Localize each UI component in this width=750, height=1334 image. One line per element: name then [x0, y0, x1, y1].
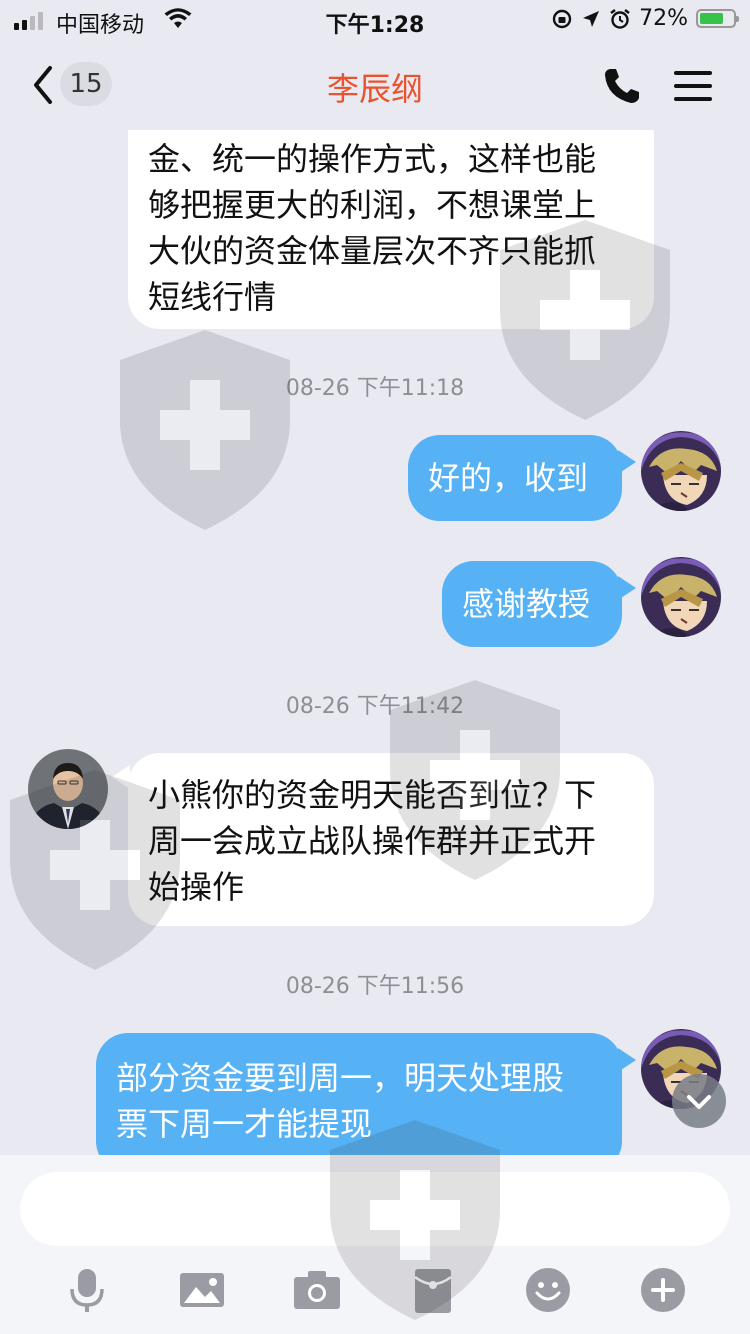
message-text: 好的，收到: [428, 459, 589, 497]
bubble-tail: [618, 450, 636, 474]
navigation-bar: 15 李辰纲: [0, 40, 750, 130]
image-icon[interactable]: [177, 1265, 227, 1315]
message-line: 够把握更大的利润，不想课堂上: [148, 186, 597, 224]
my-avatar[interactable]: [641, 431, 721, 511]
location-arrow-icon: [583, 10, 600, 27]
message-bubble-incoming[interactable]: 金、统一的操作方式，这样也能 够把握更大的利润，不想课堂上 大伙的资金体量层次不…: [128, 130, 654, 329]
bubble-tail: [618, 576, 636, 600]
battery-fill: [700, 13, 724, 24]
chevron-down-icon: [687, 1095, 711, 1109]
message-line: 大伙的资金体量层次不齐只能抓: [148, 232, 597, 270]
message-timestamp: 08-26 下午11:56: [285, 974, 465, 999]
camera-icon[interactable]: [292, 1265, 342, 1315]
message-line: 部分资金要到周一，明天处理股: [116, 1059, 565, 1097]
microphone-icon[interactable]: [62, 1265, 112, 1315]
scroll-to-bottom-button[interactable]: [672, 1074, 726, 1128]
phone-icon[interactable]: [602, 66, 642, 106]
message-input[interactable]: [20, 1172, 730, 1246]
anime-avatar-icon: [641, 557, 721, 637]
message-line: 金、统一的操作方式，这样也能: [148, 140, 597, 178]
bubble-tail: [618, 1048, 636, 1072]
message-line: 小熊你的资金明天能否到位？下: [148, 776, 597, 814]
message-timestamp: 08-26 下午11:18: [285, 376, 465, 401]
contact-avatar[interactable]: [28, 749, 108, 829]
hamburger-menu-icon[interactable]: [674, 70, 712, 102]
battery-percent: 72%: [639, 6, 688, 31]
message-bubble-outgoing[interactable]: 感谢教授: [442, 561, 622, 647]
message-bubble-outgoing[interactable]: 部分资金要到周一，明天处理股 票下周一才能提现: [96, 1033, 622, 1155]
input-panel: [0, 1155, 750, 1334]
rotation-lock-icon: [552, 9, 572, 28]
status-bar: 中国移动 下午1:28 72%: [0, 0, 750, 40]
alarm-icon: [610, 8, 630, 29]
person-avatar-icon: [28, 749, 108, 829]
status-right-group: 72%: [551, 6, 739, 31]
plus-icon[interactable]: [638, 1265, 688, 1315]
my-avatar[interactable]: [641, 557, 721, 637]
message-bubble-incoming[interactable]: 小熊你的资金明天能否到位？下 周一会成立战队操作群并正式开 始操作: [128, 753, 654, 926]
message-line: 周一会成立战队操作群并正式开: [148, 822, 597, 860]
message-line: 票下周一才能提现: [116, 1105, 373, 1143]
message-text: 感谢教授: [462, 585, 591, 623]
anime-avatar-icon: [641, 431, 721, 511]
message-bubble-outgoing[interactable]: 好的，收到: [408, 435, 622, 521]
red-packet-icon[interactable]: [408, 1265, 458, 1315]
chat-message-list[interactable]: 金、统一的操作方式，这样也能 够把握更大的利润，不想课堂上 大伙的资金体量层次不…: [0, 130, 750, 1155]
emoji-icon[interactable]: [523, 1265, 573, 1315]
battery-icon: [696, 9, 739, 28]
message-line: 始操作: [148, 868, 245, 906]
message-line: 短线行情: [148, 278, 277, 316]
message-timestamp: 08-26 下午11:42: [285, 694, 465, 719]
